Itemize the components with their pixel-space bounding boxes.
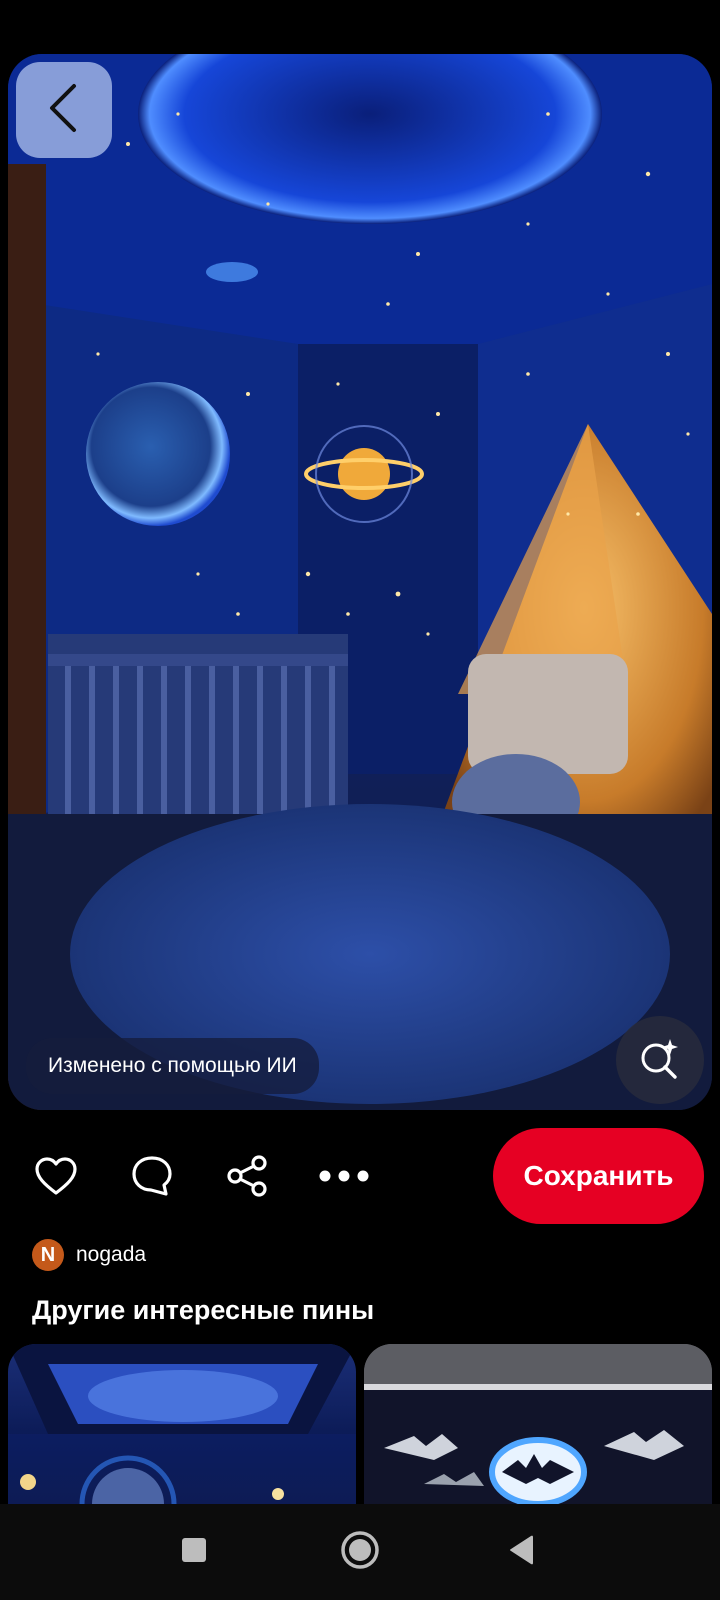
author-name: nogada xyxy=(76,1243,147,1266)
square-icon xyxy=(180,1536,208,1569)
related-pin-batman-room[interactable] xyxy=(364,1344,712,1504)
related-pin-image xyxy=(8,1344,356,1504)
share-icon xyxy=(225,1154,269,1203)
related-pins-title: Другие интересные пины xyxy=(32,1295,375,1325)
back-nav-button[interactable] xyxy=(498,1528,546,1576)
recents-button[interactable] xyxy=(170,1528,218,1576)
visual-search-button[interactable] xyxy=(616,1016,704,1104)
pin-author[interactable]: N nogada xyxy=(32,1239,146,1271)
system-navigation-bar xyxy=(0,1504,720,1600)
pin-action-bar: Сохранить xyxy=(0,1128,720,1224)
comment-button[interactable] xyxy=(124,1150,180,1206)
comment-icon xyxy=(130,1154,174,1203)
more-icon xyxy=(318,1169,370,1188)
like-button[interactable] xyxy=(28,1150,84,1206)
space-nursery-illustration xyxy=(8,54,712,1110)
pin-detail-screen: Изменено с помощью ИИ Сохранить N nogada… xyxy=(0,0,720,1600)
back-button[interactable] xyxy=(16,62,112,158)
share-button[interactable] xyxy=(219,1150,275,1206)
lens-sparkle-icon xyxy=(638,1036,682,1085)
home-button[interactable] xyxy=(336,1528,384,1576)
ai-modified-label[interactable]: Изменено с помощью ИИ xyxy=(26,1038,319,1094)
heart-icon xyxy=(34,1156,78,1201)
related-pin-space-ceiling[interactable] xyxy=(8,1344,356,1504)
more-options-button[interactable] xyxy=(316,1150,372,1206)
save-button[interactable]: Сохранить xyxy=(493,1128,704,1224)
related-pin-image xyxy=(364,1344,712,1504)
pin-image[interactable]: Изменено с помощью ИИ xyxy=(8,54,712,1110)
chevron-left-icon xyxy=(44,82,84,139)
triangle-back-icon xyxy=(507,1534,537,1571)
ai-modified-text: Изменено с помощью ИИ xyxy=(48,1054,297,1077)
circle-icon xyxy=(340,1530,380,1575)
avatar: N xyxy=(32,1239,64,1271)
